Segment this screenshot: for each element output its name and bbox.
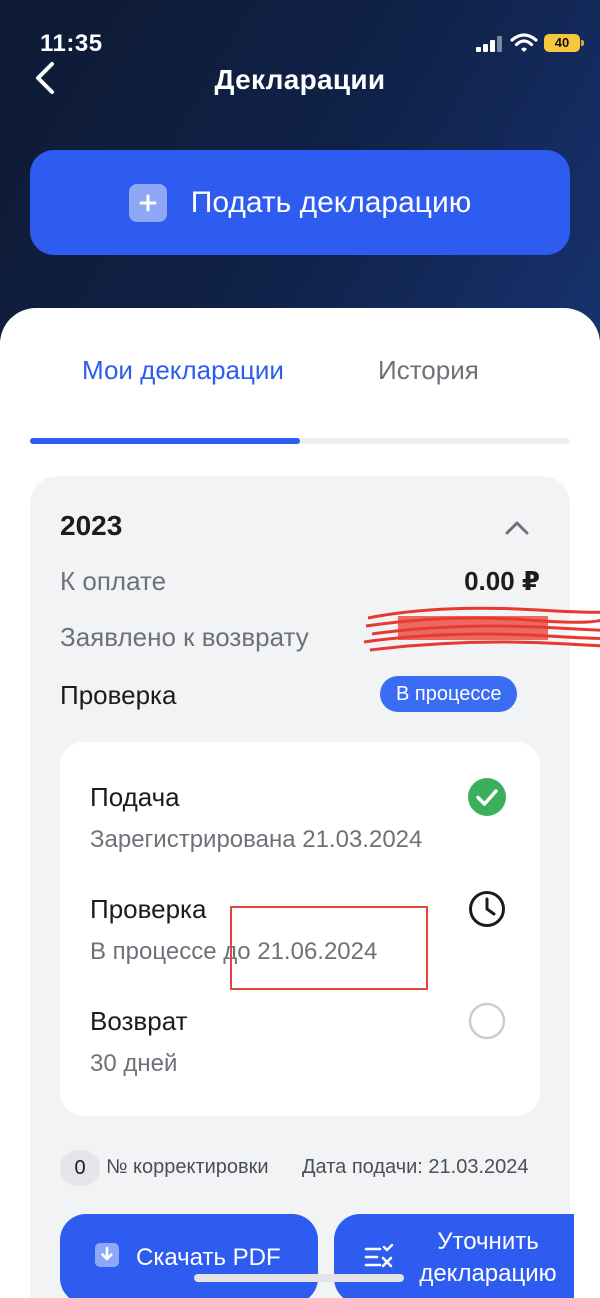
redaction-scribble: [363, 606, 600, 652]
tab-active-indicator: [30, 438, 300, 444]
tab-history[interactable]: История: [378, 352, 479, 388]
step-submission-subtitle: Зарегистрирована 21.03.2024: [90, 826, 423, 853]
download-pdf-label: Скачать PDF: [136, 1244, 281, 1271]
download-pdf-button[interactable]: Скачать PDF: [60, 1214, 318, 1298]
correction-count: 0: [60, 1150, 100, 1186]
tab-my-declarations[interactable]: Мои декларации: [82, 352, 312, 388]
chevron-up-icon[interactable]: [504, 520, 530, 536]
declaration-year: 2023: [60, 510, 123, 541]
status-bar: 11:35 40: [0, 0, 600, 60]
page-title: Декларации: [214, 64, 386, 95]
step-refund-subtitle: 30 дней: [90, 1050, 178, 1077]
refine-label-line1: Уточнить: [437, 1228, 539, 1255]
wifi-icon: [510, 33, 538, 52]
check-label: Проверка: [60, 680, 177, 710]
progress-steps: Подача Зарегистрирована 21.03.2024 Прове…: [60, 742, 540, 1116]
edit-list-icon: [364, 1244, 394, 1268]
step-submission-title: Подача: [90, 782, 180, 812]
cellular-signal-icon: [476, 36, 504, 52]
refine-declaration-button[interactable]: Уточнить декларацию: [334, 1214, 574, 1298]
refine-declaration-label: Уточнить декларацию: [408, 1226, 568, 1290]
to-pay-label: К оплате: [60, 566, 167, 596]
to-pay-value: 0.00 ₽: [464, 566, 540, 596]
submit-declaration-label: Подать декларацию: [190, 185, 472, 219]
home-indicator[interactable]: [194, 1274, 404, 1282]
submission-date: Дата подачи: 21.03.2024: [302, 1156, 529, 1178]
content-sheet: Мои декларации История 2023 К оплате 0.0…: [0, 308, 600, 1298]
status-time: 11:35: [40, 30, 103, 57]
step-refund-title: Возврат: [90, 1006, 188, 1036]
empty-circle-icon: [468, 1002, 506, 1040]
tab-bar: Мои декларации История: [30, 352, 570, 452]
status-badge: В процессе: [380, 676, 518, 712]
refund-label: Заявлено к возврату: [60, 622, 309, 652]
refine-label-line2: декларацию: [419, 1260, 557, 1287]
declaration-card: 2023 К оплате 0.00 ₽ Заявлено к возврату…: [30, 476, 600, 1298]
submit-declaration-button[interactable]: Подать декларацию: [30, 150, 570, 255]
battery-icon: 40: [544, 34, 584, 52]
correction-label: № корректировки: [106, 1156, 269, 1178]
check-circle-icon: [468, 778, 506, 816]
clock-icon: [469, 891, 505, 927]
step-check-title: Проверка: [90, 894, 207, 924]
download-icon: [95, 1243, 119, 1267]
annotation-highlight-box: [230, 906, 428, 990]
plus-icon: [128, 183, 167, 222]
